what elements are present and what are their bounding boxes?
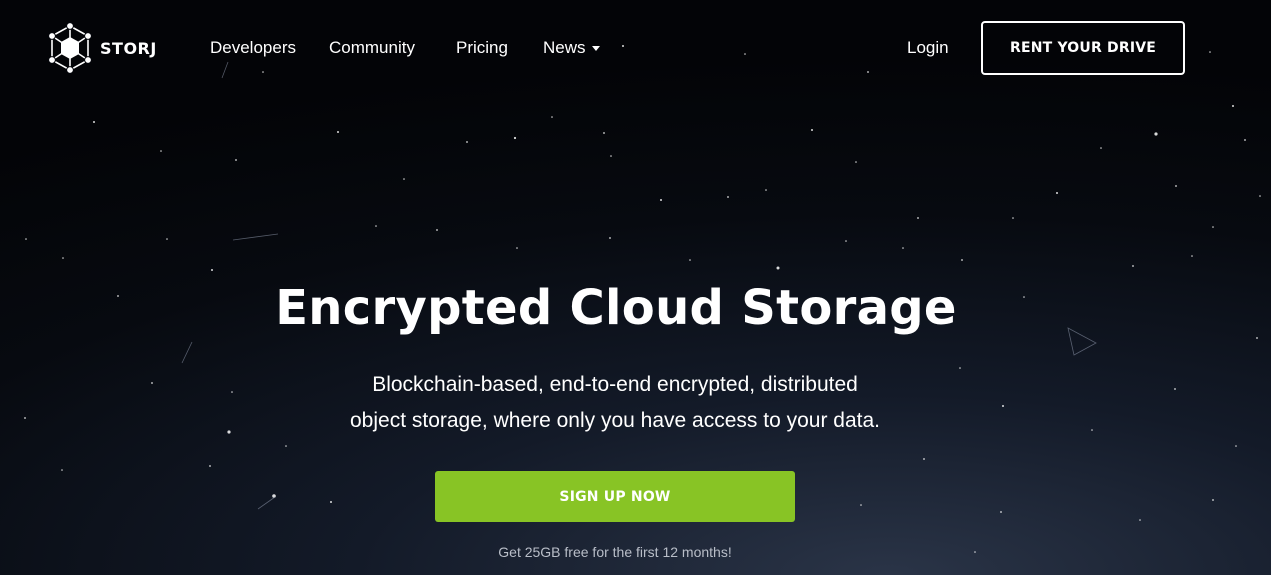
storj-logo-icon	[48, 22, 92, 74]
caret-down-icon	[591, 46, 600, 52]
brand-name: STORJ	[100, 38, 157, 58]
hero-subtitle-line-1: Blockchain-based, end-to-end encrypted, …	[372, 373, 858, 396]
hero-title: Encrypted Cloud Storage	[275, 280, 957, 336]
nav-news-label: News	[543, 38, 586, 57]
free-trial-note: Get 25GB free for the first 12 months!	[498, 544, 732, 560]
nav-link-community[interactable]: Community	[329, 38, 415, 58]
rent-your-drive-button[interactable]: RENT YOUR DRIVE	[981, 21, 1185, 75]
sign-up-now-button[interactable]: SIGN UP NOW	[435, 471, 795, 522]
nav-link-pricing[interactable]: Pricing	[456, 38, 508, 58]
hero-subtitle-line-2: object storage, where only you have acce…	[350, 409, 880, 432]
brand-logo-link[interactable]: STORJ	[46, 22, 157, 74]
login-link[interactable]: Login	[907, 38, 949, 58]
top-navigation: STORJ Developers Community Pricing News …	[0, 0, 1271, 95]
nav-link-news-dropdown[interactable]: News	[543, 38, 600, 58]
nav-link-developers[interactable]: Developers	[210, 38, 296, 58]
hero-subtitle: Blockchain-based, end-to-end encrypted, …	[300, 367, 930, 439]
